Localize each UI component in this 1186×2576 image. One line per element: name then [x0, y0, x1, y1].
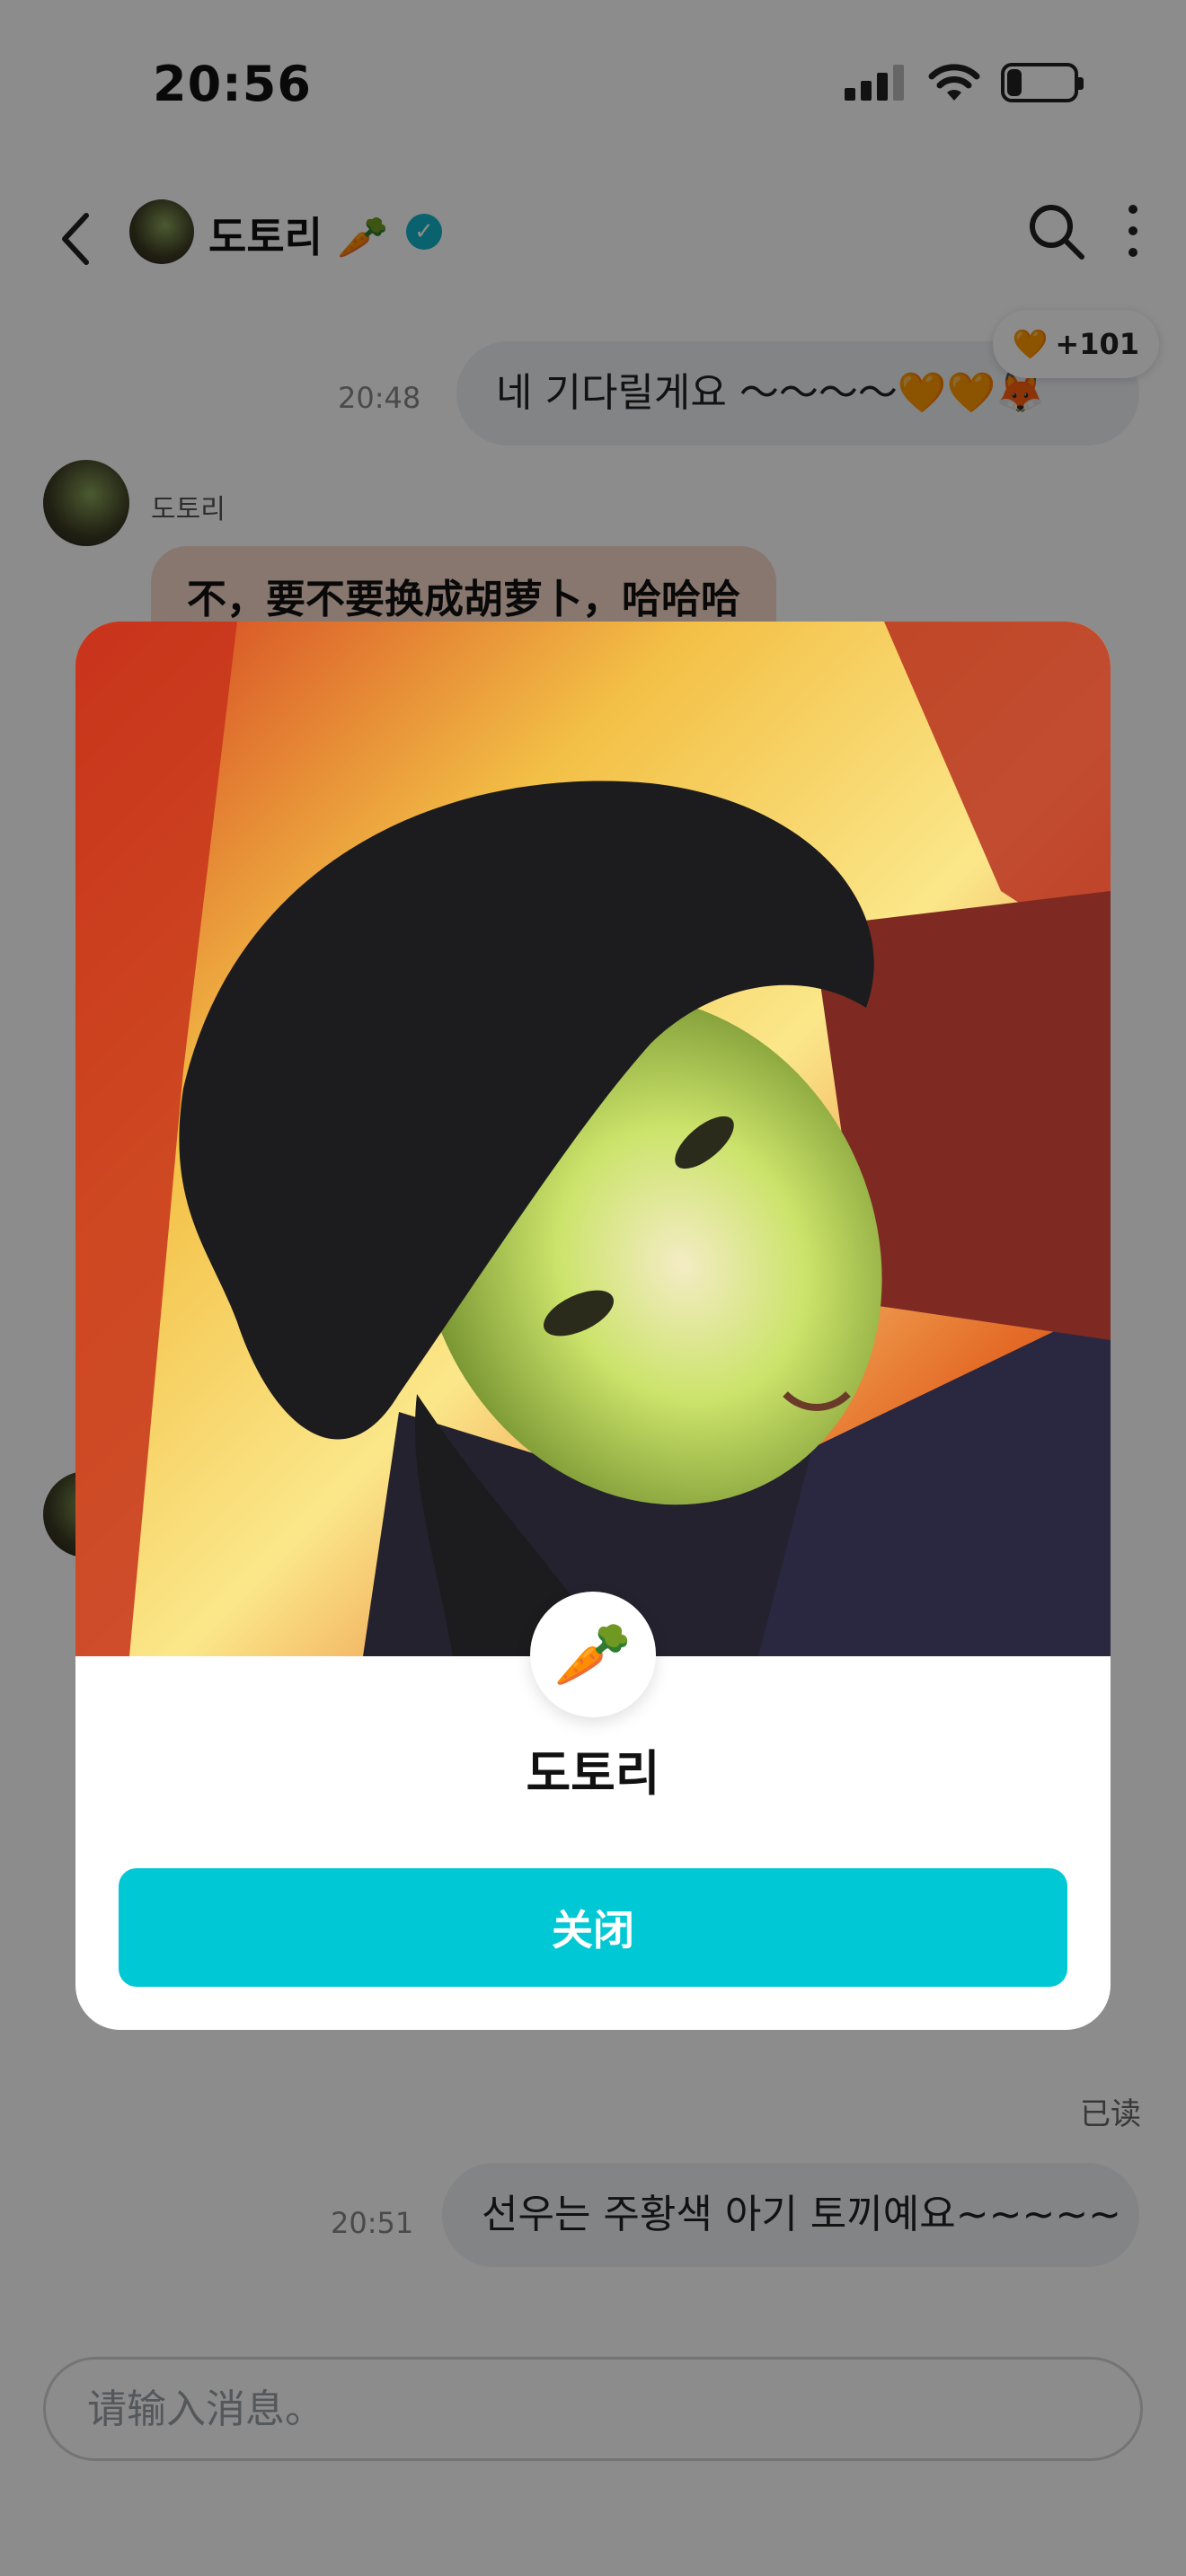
carrot-badge-icon: 🥕: [530, 1592, 656, 1717]
profile-modal: 🥕 도토리 关闭: [75, 622, 1111, 2030]
close-button[interactable]: 关闭: [119, 1868, 1067, 1987]
profile-photo: [75, 622, 1111, 1656]
profile-name: 도토리: [526, 1745, 660, 1802]
